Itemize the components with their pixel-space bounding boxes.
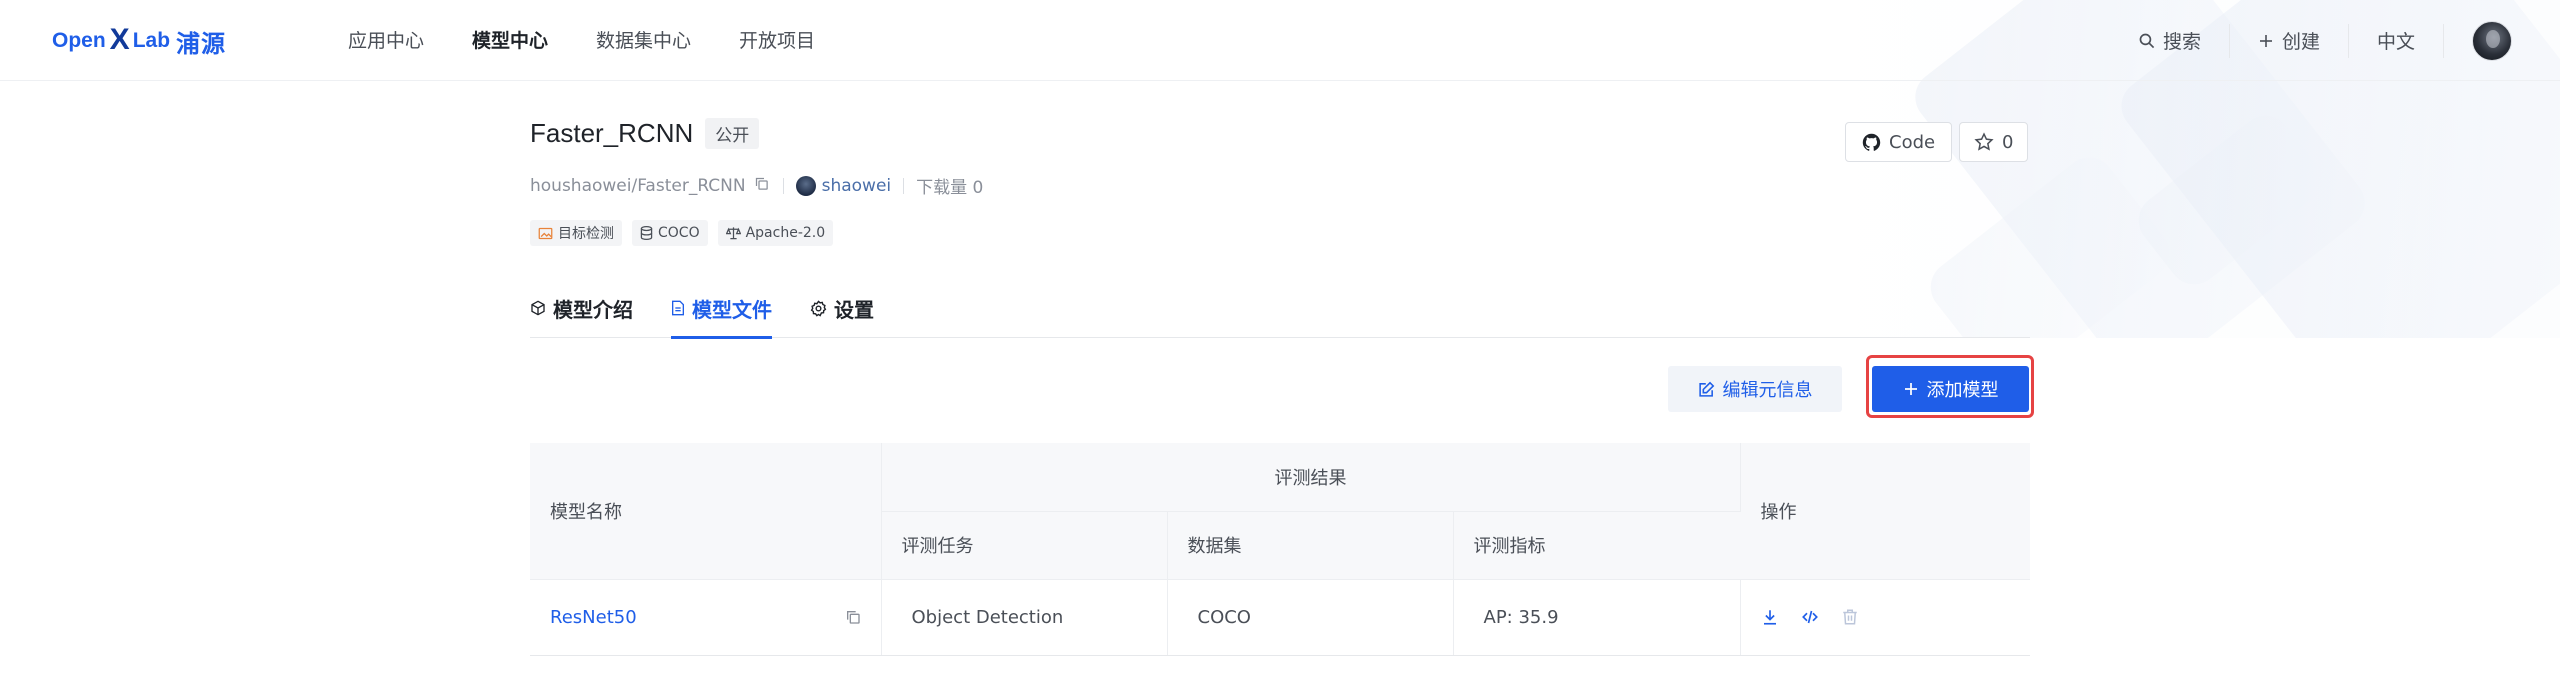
owner-name[interactable]: shaowei bbox=[822, 176, 892, 196]
top-header: Open X Lab 浦源 应用中心 模型中心 数据集中心 开放项目 搜索 创建… bbox=[0, 0, 2560, 81]
language-label: 中文 bbox=[2376, 31, 2415, 53]
scale-icon bbox=[725, 227, 741, 240]
nav-item-datasets[interactable]: 数据集中心 bbox=[596, 26, 691, 53]
gear-icon bbox=[810, 299, 827, 317]
logo-text-open: Open bbox=[52, 29, 106, 52]
tab-model-intro-label: 模型介绍 bbox=[553, 297, 633, 322]
search-button[interactable]: 搜索 bbox=[2110, 25, 2229, 57]
repo-tabs: 模型介绍 模型文件 设置 bbox=[530, 288, 2030, 339]
tag-task[interactable]: 目标检测 bbox=[530, 220, 622, 246]
dataset-value: COCO bbox=[1197, 606, 1251, 628]
repo-name: Faster_RCNN bbox=[530, 118, 694, 148]
database-icon bbox=[640, 226, 653, 240]
header-divider bbox=[2443, 23, 2444, 58]
code-button[interactable]: Code bbox=[1845, 122, 1953, 162]
model-name-link[interactable]: ResNet50 bbox=[550, 607, 637, 628]
logo-x-mark: X bbox=[109, 23, 130, 56]
user-avatar[interactable] bbox=[2472, 20, 2512, 61]
header-operations: 操作 bbox=[1740, 443, 2030, 580]
logo-text-lab: Lab bbox=[132, 29, 171, 52]
star-icon bbox=[1974, 132, 1994, 151]
repo-header: Faster_RCNN 公开 bbox=[530, 118, 760, 149]
header-dataset: 数据集 bbox=[1167, 511, 1454, 580]
cell-dataset: COCO bbox=[1167, 579, 1454, 656]
cell-operations bbox=[1740, 579, 2030, 656]
repo-path: houshaowei/Faster_RCNN bbox=[530, 175, 746, 196]
file-icon bbox=[672, 300, 684, 316]
download-icon[interactable] bbox=[1761, 608, 1779, 626]
download-count: 下载量 0 bbox=[916, 178, 984, 198]
header-model-name: 模型名称 bbox=[530, 443, 882, 580]
copy-icon[interactable] bbox=[845, 609, 861, 625]
nav-item-models[interactable]: 模型中心 bbox=[472, 26, 548, 53]
tag-dataset[interactable]: COCO bbox=[632, 220, 708, 246]
tag-task-label: 目标检测 bbox=[558, 226, 614, 242]
nav-item-open-projects[interactable]: 开放项目 bbox=[739, 26, 815, 53]
eval-metric-value: AP: 35.9 bbox=[1483, 606, 1559, 628]
search-icon bbox=[2139, 33, 2155, 49]
nav-item-apps[interactable]: 应用中心 bbox=[348, 26, 424, 53]
add-model-label: 添加模型 bbox=[1926, 380, 1999, 401]
tag-license[interactable]: Apache-2.0 bbox=[717, 220, 834, 246]
github-icon bbox=[1862, 133, 1881, 151]
cell-eval-metric: AP: 35.9 bbox=[1453, 579, 1741, 656]
copy-icon bbox=[755, 177, 768, 190]
tab-model-files[interactable]: 模型文件 bbox=[671, 288, 772, 339]
plus-icon bbox=[2259, 34, 2272, 47]
trash-icon[interactable] bbox=[1841, 608, 1859, 626]
code-icon[interactable] bbox=[1801, 608, 1819, 626]
main-nav: 应用中心 模型中心 数据集中心 开放项目 bbox=[348, 26, 815, 53]
add-model-button[interactable]: 添加模型 bbox=[1872, 366, 2029, 412]
plus-icon bbox=[1904, 383, 1917, 395]
meta-divider bbox=[782, 177, 784, 194]
tab-settings-label: 设置 bbox=[834, 297, 874, 322]
star-button[interactable]: 0 bbox=[1959, 122, 2029, 162]
language-switch[interactable]: 中文 bbox=[2349, 25, 2443, 57]
create-label: 创建 bbox=[2281, 31, 2320, 53]
repo-tags: 目标检测 COCO Apache-2.0 bbox=[530, 220, 834, 246]
header-eval-task: 评测任务 bbox=[881, 511, 1168, 580]
header-right-actions: 搜索 创建 中文 bbox=[2110, 0, 2560, 81]
tab-model-intro[interactable]: 模型介绍 bbox=[530, 288, 633, 338]
star-count: 0 bbox=[2002, 131, 2014, 153]
repo-meta-row: houshaowei/Faster_RCNN shaowei 下载量 0 bbox=[530, 173, 983, 198]
logo-text-brand: 浦源 bbox=[176, 29, 227, 58]
meta-divider bbox=[903, 177, 905, 194]
owner-avatar[interactable] bbox=[795, 175, 816, 196]
search-label: 搜索 bbox=[2162, 31, 2201, 53]
cell-model-name: ResNet50 bbox=[530, 579, 882, 656]
tag-license-label: Apache-2.0 bbox=[745, 225, 826, 241]
edit-icon bbox=[1698, 381, 1714, 397]
model-files-table: 模型名称 评测结果 操作 评测任务 数据集 评测指标 ResNet50 Obje… bbox=[530, 443, 2030, 656]
image-icon bbox=[538, 227, 553, 239]
copy-path-button[interactable] bbox=[754, 176, 769, 196]
edit-metadata-button[interactable]: 编辑元信息 bbox=[1668, 366, 1842, 412]
edit-metadata-label: 编辑元信息 bbox=[1722, 380, 1813, 401]
tag-dataset-label: COCO bbox=[658, 225, 700, 241]
table-row: ResNet50 Object Detection COCO AP: 35.9 bbox=[530, 579, 2030, 656]
openxlab-logo[interactable]: Open X Lab 浦源 bbox=[52, 23, 227, 58]
repo-title-row: Faster_RCNN 公开 bbox=[530, 118, 760, 149]
header-eval-metric: 评测指标 bbox=[1453, 511, 1740, 580]
eval-task-value: Object Detection bbox=[911, 606, 1064, 628]
cell-eval-task: Object Detection bbox=[881, 579, 1168, 656]
create-button[interactable]: 创建 bbox=[2230, 25, 2348, 57]
visibility-badge: 公开 bbox=[705, 118, 760, 149]
tab-settings[interactable]: 设置 bbox=[810, 288, 874, 338]
code-button-label: Code bbox=[1889, 131, 1936, 153]
header-eval-results: 评测结果 bbox=[881, 443, 1741, 512]
tab-model-files-label: 模型文件 bbox=[692, 297, 772, 322]
cube-icon bbox=[531, 300, 545, 316]
